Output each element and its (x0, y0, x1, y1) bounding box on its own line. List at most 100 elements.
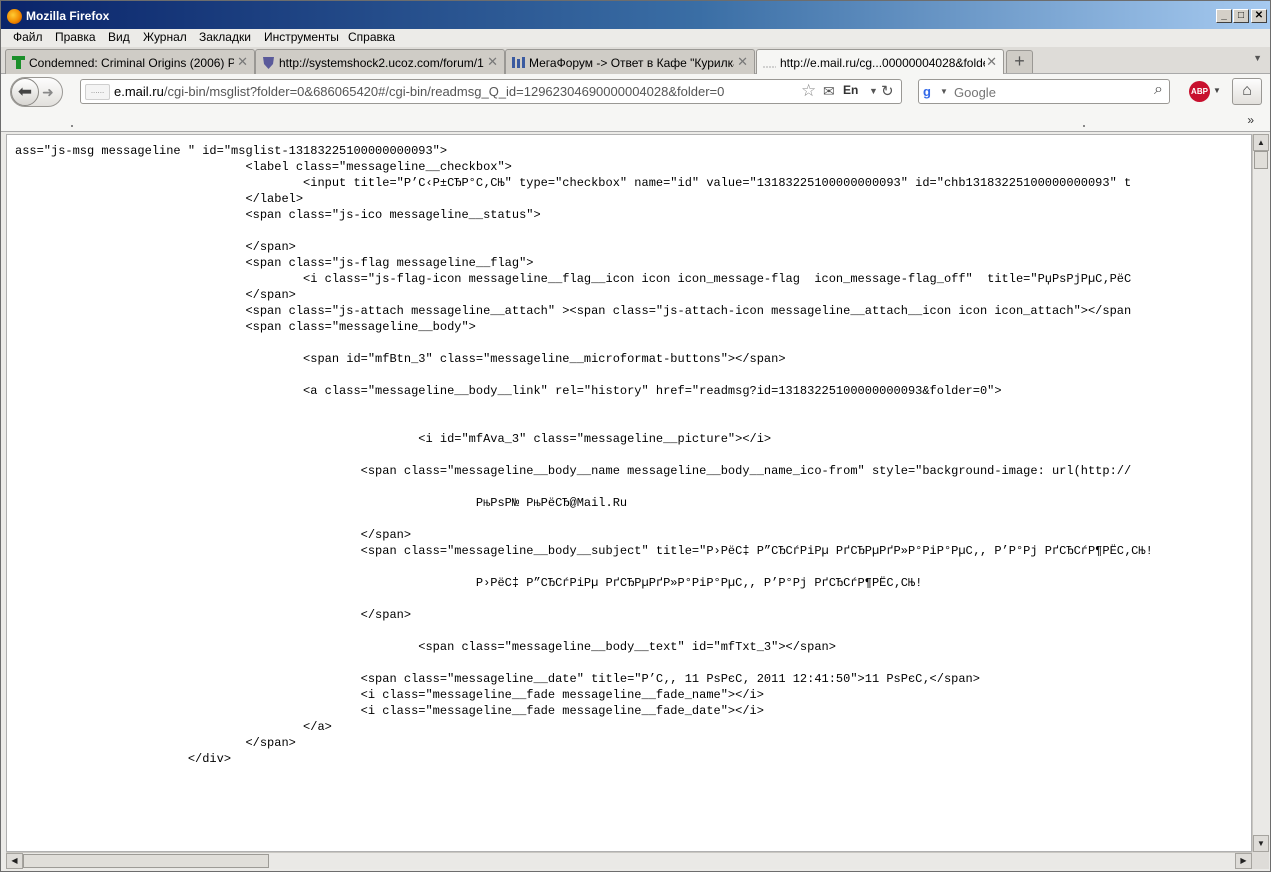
vertical-scroll-thumb[interactable] (1254, 151, 1268, 169)
source-line: <i class="messageline__fade messageline_… (15, 704, 764, 718)
source-line: <span id="mfBtn_3" class="messageline__m… (15, 352, 786, 366)
close-tab-icon[interactable]: ✕ (237, 54, 248, 70)
google-engine-icon[interactable]: g (923, 84, 938, 99)
source-line (15, 479, 1153, 495)
menu-help[interactable]: Справка (348, 30, 395, 44)
blank-page-icon (762, 55, 777, 70)
scroll-down-arrow-icon[interactable]: ▼ (1253, 835, 1269, 852)
window-title: Mozilla Firefox (26, 9, 110, 23)
source-line: <span class="messageline__body__text" id… (15, 640, 836, 654)
mail-icon[interactable]: ✉ (823, 83, 835, 100)
search-bar: g ▼ ⌕ (918, 79, 1170, 104)
close-tab-icon[interactable]: ✕ (737, 54, 748, 70)
forward-button[interactable]: ➜ (42, 84, 54, 101)
bookmark-separator (71, 125, 73, 127)
maximize-button[interactable]: □ (1233, 9, 1249, 23)
scrollbar-corner (1252, 852, 1269, 869)
url-path: /cgi-bin/msglist?folder=0&686065420#/cgi… (163, 84, 725, 99)
new-tab-button[interactable]: + (1006, 50, 1033, 73)
source-line: <span class="js-attach messageline__atta… (15, 304, 1132, 318)
url-host: e.mail.ru (114, 84, 164, 99)
source-line: ass="js-msg messageline " id="msglist-13… (15, 144, 448, 158)
tab-label: http://systemshock2.ucoz.com/forum/14 (279, 56, 484, 70)
tab-label: МегаФорум -> Ответ в Кафе "Курилка" (529, 56, 734, 70)
tab-label: http://e.mail.ru/cg...00000004028&folder… (780, 56, 985, 70)
search-engine-dropdown-icon[interactable]: ▼ (940, 87, 948, 96)
menu-history[interactable]: Журнал (143, 30, 187, 44)
source-line: <span class="messageline__body__subject"… (15, 544, 1153, 558)
home-button[interactable]: ⌂ (1232, 78, 1262, 105)
source-line: </span> (15, 736, 296, 750)
scroll-up-arrow-icon[interactable]: ▲ (1253, 134, 1269, 151)
adblock-dropdown-icon[interactable]: ▼ (1213, 86, 1221, 95)
source-line (15, 623, 1153, 639)
horizontal-scrollbar[interactable]: ◀ ▶ (6, 852, 1252, 869)
tab-strip: Condemned: Criminal Origins (2006) PC c.… (1, 47, 1270, 75)
bookmark-star-icon[interactable]: ☆ (801, 81, 816, 101)
search-input[interactable] (954, 83, 1144, 101)
source-line (15, 399, 1153, 415)
firefox-logo-icon (7, 9, 22, 24)
source-line: <label class="messageline__checkbox"> (15, 160, 512, 174)
source-code-view: ass="js-msg messageline " id="msglist-13… (15, 143, 1153, 767)
bookmarks-toolbar: » (1, 110, 1270, 132)
back-button[interactable]: ⬅ (11, 78, 39, 106)
horizontal-scroll-thumb[interactable] (23, 854, 269, 868)
tab-condemned[interactable]: Condemned: Criminal Origins (2006) PC c.… (5, 49, 255, 74)
search-icon[interactable]: ⌕ (1154, 81, 1163, 99)
source-line: <span class="js-ico messageline__status"… (15, 208, 541, 222)
minimize-button[interactable]: _ (1216, 9, 1232, 23)
source-line: <i id="mfAva_3" class="messageline__pict… (15, 432, 772, 446)
close-tab-icon[interactable]: ✕ (487, 54, 498, 70)
source-line: <i class="messageline__fade messageline_… (15, 688, 764, 702)
source-line (15, 335, 1153, 351)
source-line: </span> (15, 240, 296, 254)
menu-bookmarks[interactable]: Закладки (199, 30, 251, 44)
page-content[interactable]: ass="js-msg messageline " id="msglist-13… (6, 134, 1252, 852)
bookmarks-overflow-chevron-icon[interactable]: » (1247, 113, 1254, 127)
navigation-toolbar: ⬅ ➜ ...... e.mail.ru/cgi-bin/msglist?fol… (1, 74, 1270, 110)
tab-mail-active[interactable]: http://e.mail.ru/cg...00000004028&folder… (756, 49, 1004, 75)
source-line (15, 447, 1153, 463)
source-line: </a> (15, 720, 332, 734)
tab-megaforum[interactable]: МегаФорум -> Ответ в Кафе "Курилка" ✕ (505, 49, 755, 74)
address-bar[interactable]: ...... e.mail.ru/cgi-bin/msglist?folder=… (80, 79, 902, 104)
source-line: <a class="messageline__body__link" rel="… (15, 384, 1002, 398)
url-text[interactable]: e.mail.ru/cgi-bin/msglist?folder=0&68606… (114, 84, 724, 99)
source-line: <i class="js-flag-icon messageline__flag… (15, 272, 1132, 286)
keyboard-language-indicator: En (843, 83, 859, 97)
shield-icon (261, 55, 276, 70)
close-window-button[interactable]: ✕ (1251, 9, 1267, 23)
source-line: </label> (15, 192, 304, 206)
menu-file[interactable]: Файл (13, 30, 43, 44)
url-dropdown-icon[interactable]: ▼ (869, 86, 878, 96)
source-line: <span class="messageline__body"> (15, 320, 476, 334)
source-line: Р›РёС‡ Р”СЂСѓРіРµ РґСЂРµРґР»Р°РіР°РµС‚, … (15, 576, 923, 590)
source-line: </span> (15, 528, 412, 542)
menu-view[interactable]: Вид (108, 30, 130, 44)
tab-systemshock[interactable]: http://systemshock2.ucoz.com/forum/14 ✕ (255, 49, 505, 74)
source-line: </span> (15, 288, 296, 302)
menu-bar: Файл Правка Вид Журнал Закладки Инструме… (1, 29, 1270, 47)
source-line: </div> (15, 752, 232, 766)
source-line (15, 559, 1153, 575)
source-line: РњРѕР№ РњРёСЂ@Mail.Ru (15, 496, 628, 510)
scroll-right-arrow-icon[interactable]: ▶ (1235, 853, 1252, 869)
site-identity-icon[interactable]: ...... (85, 84, 110, 100)
menu-tools[interactable]: Инструменты (264, 30, 339, 44)
menu-edit[interactable]: Правка (55, 30, 96, 44)
source-line: <input title="Р’С‹Р±СЂР°С‚СЊ" type="chec… (15, 176, 1132, 190)
browser-window: Mozilla Firefox _ □ ✕ Файл Правка Вид Жу… (0, 0, 1271, 872)
tab-list-chevron-icon[interactable]: ▼ (1253, 53, 1262, 63)
source-line (15, 511, 1153, 527)
scroll-left-arrow-icon[interactable]: ◀ (6, 853, 23, 869)
close-tab-icon[interactable]: ✕ (986, 54, 997, 70)
forum-icon (511, 55, 526, 70)
source-line (15, 367, 1153, 383)
vertical-scrollbar[interactable]: ▲ ▼ (1252, 134, 1269, 852)
source-line: </span> (15, 608, 412, 622)
adblock-plus-button[interactable]: ABP ▼ (1189, 81, 1221, 102)
reload-icon[interactable]: ↻ (881, 82, 894, 100)
home-icon: ⌂ (1242, 82, 1252, 99)
source-line (15, 223, 1153, 239)
